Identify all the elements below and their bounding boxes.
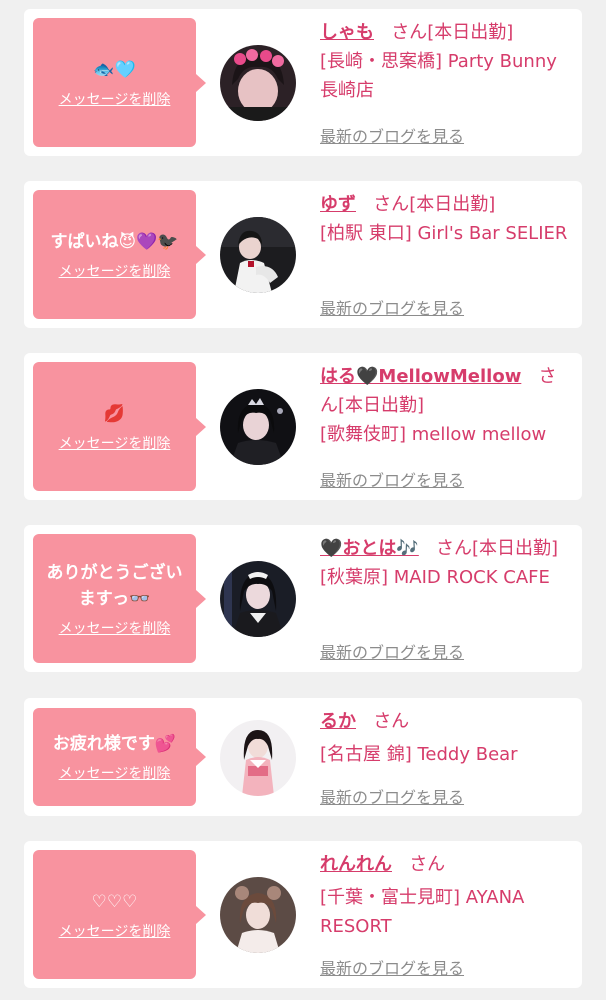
blog-link[interactable]: 最新のブログを見る bbox=[320, 295, 464, 319]
avatar[interactable] bbox=[220, 877, 296, 953]
avatar[interactable] bbox=[220, 720, 296, 796]
message-text: お疲れ様です💕 bbox=[52, 734, 177, 754]
message-text: 🐟🩵 bbox=[93, 59, 136, 80]
work-status: [本日出勤] bbox=[472, 538, 559, 559]
avatar[interactable] bbox=[220, 389, 296, 465]
delete-message-link[interactable]: メッセージを削除 bbox=[59, 433, 171, 453]
shop-name: [歌舞伎町] mellow mellow bbox=[320, 424, 547, 445]
avatar-photo bbox=[220, 389, 296, 465]
cast-name-link[interactable]: るか bbox=[320, 711, 356, 732]
message-list: 🐟🩵 メッセージを削除 しゃも さん[本日出勤] [長崎・思案橋] Party … bbox=[0, 0, 606, 1000]
cast-name-link[interactable]: れんれん bbox=[320, 854, 392, 875]
cast-info: るか さん [名古屋 錦] Teddy Bear bbox=[320, 707, 570, 769]
delete-message-link[interactable]: メッセージを削除 bbox=[59, 261, 171, 281]
cast-name-link[interactable]: 🖤おとは🎶 bbox=[320, 538, 419, 559]
message-bubble: ♡♡♡ メッセージを削除 bbox=[33, 850, 206, 979]
honorific: さん bbox=[373, 194, 410, 215]
honorific: さん bbox=[373, 711, 410, 732]
delete-message-link[interactable]: メッセージを削除 bbox=[59, 763, 171, 783]
delete-message-link[interactable]: メッセージを削除 bbox=[59, 921, 171, 941]
shop-name: [名古屋 錦] Teddy Bear bbox=[320, 744, 518, 765]
cast-name-link[interactable]: ゆず bbox=[320, 194, 356, 215]
work-status: [本日出勤] bbox=[427, 22, 514, 43]
message-text: ♡♡♡ bbox=[91, 891, 138, 912]
avatar-photo bbox=[220, 217, 296, 293]
list-item: ♡♡♡ メッセージを削除 れんれん さん [千葉・富士見町] AYANA RES… bbox=[24, 841, 582, 988]
cast-info: 🖤おとは🎶 さん[本日出勤] [秋葉原] MAID ROCK CAFE bbox=[320, 534, 570, 592]
delete-message-link[interactable]: メッセージを削除 bbox=[59, 618, 171, 638]
avatar-photo bbox=[220, 720, 296, 796]
blog-link[interactable]: 最新のブログを見る bbox=[320, 955, 464, 979]
shop-name: [柏駅 東口] Girl's Bar SELIER bbox=[320, 223, 568, 244]
list-item: お疲れ様です💕 メッセージを削除 るか さん [名古屋 錦] Teddy Bea… bbox=[24, 698, 582, 816]
message-bubble: 💋 メッセージを削除 bbox=[33, 362, 206, 491]
blog-link[interactable]: 最新のブログを見る bbox=[320, 639, 464, 663]
blog-link[interactable]: 最新のブログを見る bbox=[320, 123, 464, 147]
list-item: すぱいね😈💜🐦‍⬛ メッセージを削除 ゆず さん[本日出勤] [柏駅 東口] G… bbox=[24, 181, 582, 328]
message-bubble: ありがとうございますっ👓 メッセージを削除 bbox=[33, 534, 206, 663]
shop-name: [長崎・思案橋] Party Bunny 長崎店 bbox=[320, 51, 557, 101]
honorific: さん bbox=[436, 538, 473, 559]
message-bubble: すぱいね😈💜🐦‍⬛ メッセージを削除 bbox=[33, 190, 206, 319]
delete-message-link[interactable]: メッセージを削除 bbox=[59, 89, 171, 109]
avatar[interactable] bbox=[220, 561, 296, 637]
cast-info: れんれん さん [千葉・富士見町] AYANA RESORT bbox=[320, 850, 570, 941]
shop-name: [千葉・富士見町] AYANA RESORT bbox=[320, 887, 525, 937]
shop-name: [秋葉原] MAID ROCK CAFE bbox=[320, 567, 550, 588]
message-text: 💋 bbox=[103, 403, 126, 424]
honorific: さん bbox=[391, 22, 428, 43]
cast-info: はる🖤MellowMellow さん[本日出勤] [歌舞伎町] mellow m… bbox=[320, 362, 570, 449]
avatar[interactable] bbox=[220, 217, 296, 293]
honorific: さん bbox=[409, 854, 446, 875]
cast-name-link[interactable]: しゃも bbox=[320, 22, 374, 43]
list-item: 💋 メッセージを削除 はる🖤MellowMellow さん[本日出勤] [歌舞伎… bbox=[24, 353, 582, 500]
blog-link[interactable]: 最新のブログを見る bbox=[320, 467, 464, 491]
list-item: ありがとうございますっ👓 メッセージを削除 🖤おとは🎶 さん[本日出勤] [秋葉… bbox=[24, 525, 582, 672]
message-bubble: お疲れ様です💕 メッセージを削除 bbox=[33, 708, 206, 806]
avatar[interactable] bbox=[220, 45, 296, 121]
cast-info: ゆず さん[本日出勤] [柏駅 東口] Girl's Bar SELIER bbox=[320, 190, 570, 248]
list-item: 🐟🩵 メッセージを削除 しゃも さん[本日出勤] [長崎・思案橋] Party … bbox=[24, 9, 582, 156]
cast-info: しゃも さん[本日出勤] [長崎・思案橋] Party Bunny 長崎店 bbox=[320, 18, 570, 105]
work-status: [本日出勤] bbox=[409, 194, 496, 215]
message-text: すぱいね😈💜🐦‍⬛ bbox=[50, 231, 179, 252]
avatar-photo bbox=[220, 877, 296, 953]
work-status: [本日出勤] bbox=[338, 395, 425, 416]
cast-name-link[interactable]: はる🖤MellowMellow bbox=[320, 366, 521, 387]
avatar-photo bbox=[220, 45, 296, 121]
blog-link[interactable]: 最新のブログを見る bbox=[320, 784, 464, 808]
avatar-photo bbox=[220, 561, 296, 637]
message-text: ありがとうございますっ👓 bbox=[46, 562, 183, 609]
message-bubble: 🐟🩵 メッセージを削除 bbox=[33, 18, 206, 147]
